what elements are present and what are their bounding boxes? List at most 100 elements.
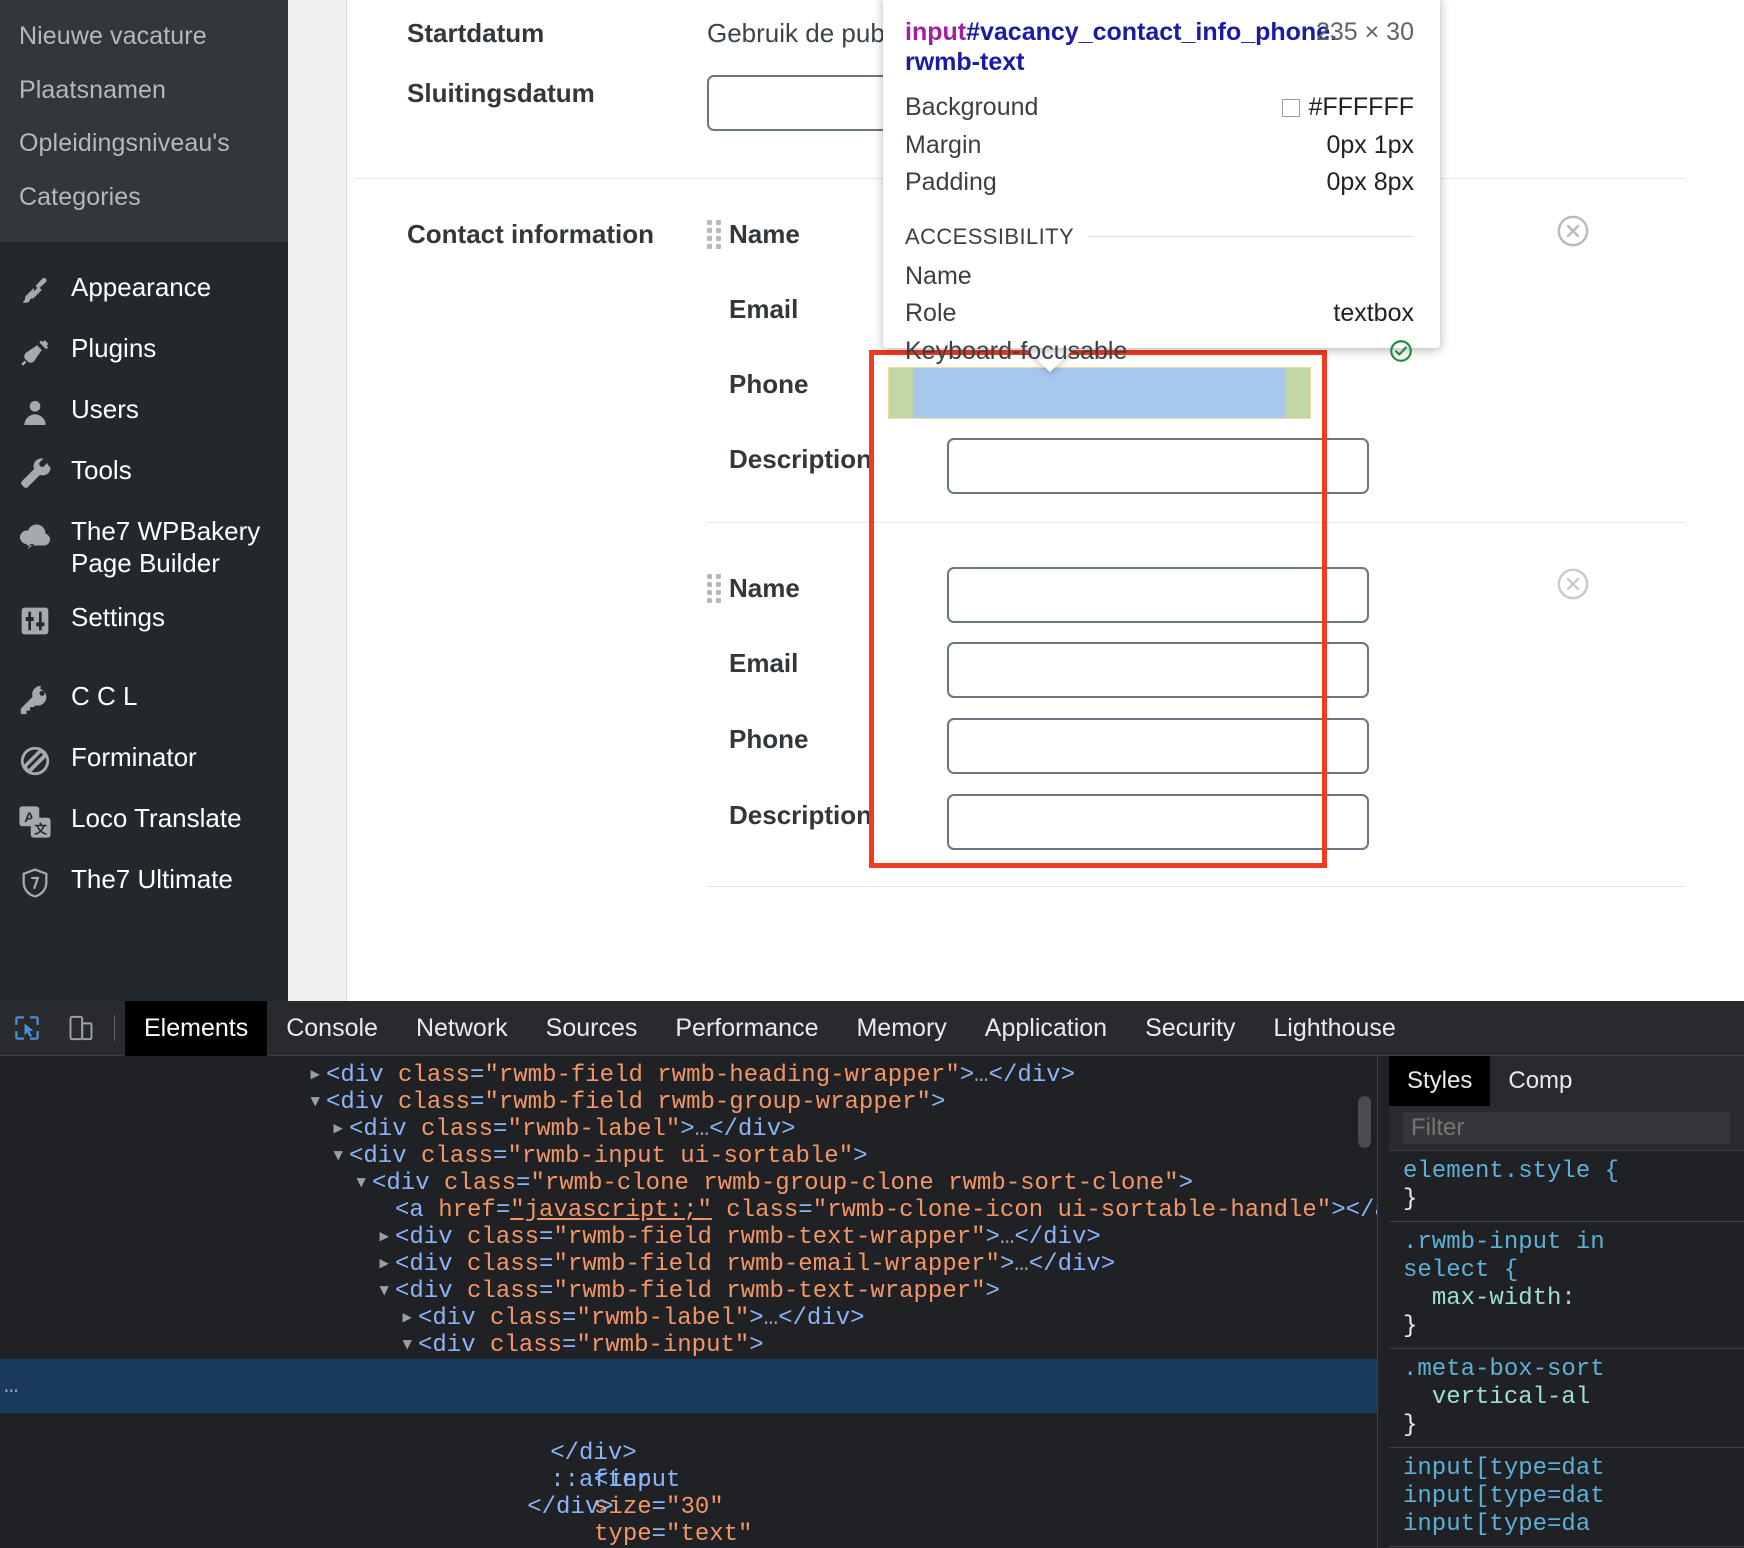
toolbar-divider [114, 1015, 115, 1041]
dom-tree-line[interactable]: ▸ <div class="rwmb-label">…</div> [0, 1305, 1377, 1332]
tab-performance[interactable]: Performance [656, 1001, 837, 1056]
field-label-sluitingsdatum: Sluitingsdatum [407, 78, 595, 108]
css-rule-meta-box-sort[interactable]: .meta-box-sort vertical-al } [1389, 1349, 1744, 1448]
dom-tree-line[interactable]: ▸ <div class="rwmb-label">…</div> [0, 1116, 1377, 1143]
css-rule-rwmb-input[interactable]: .rwmb-input in select { max-width: } [1389, 1222, 1744, 1349]
tab-computed[interactable]: Comp [1490, 1056, 1590, 1106]
remove-group-1-button[interactable] [1556, 214, 1590, 248]
expand-triangle-icon[interactable]: ▸ [400, 1305, 414, 1332]
dom-tree-pane[interactable]: ▸ <div class="rwmb-field rwmb-heading-wra… [0, 1056, 1377, 1548]
divider-rule [1088, 236, 1414, 237]
dom-tree-line[interactable]: ▾ <div class="rwmb-input ui-sortable"> [0, 1143, 1377, 1170]
sidebar-item-categories[interactable]: Categories [0, 171, 288, 225]
drag-handle-group-1[interactable] [707, 220, 721, 249]
plug-icon [16, 333, 54, 371]
tooltip-a11y-role: Role textbox [905, 295, 1414, 333]
tab-security[interactable]: Security [1126, 1001, 1254, 1056]
css-rule-element-style[interactable]: element.style { } [1389, 1151, 1744, 1222]
sidebar-item-label: C C L [71, 681, 138, 712]
tooltip-row-background: Background #FFFFFF [905, 89, 1414, 127]
collapsed-ellipsis: … [4, 1373, 19, 1400]
css-declaration[interactable]: vertical-al [1432, 1384, 1590, 1411]
sidebar-item-users[interactable]: Users [0, 382, 288, 443]
sidebar-item-tools[interactable]: Tools [0, 443, 288, 504]
sidebar-item-loco-translate[interactable]: A 文 Loco Translate [0, 791, 288, 852]
devtools-vertical-splitter[interactable] [1377, 1056, 1389, 1548]
collapse-triangle-icon[interactable]: ▾ [308, 1089, 322, 1116]
tab-styles[interactable]: Styles [1389, 1056, 1491, 1106]
group2-description-input[interactable] [947, 794, 1369, 850]
group2-phone-input[interactable] [947, 718, 1369, 774]
sidebar-item-the7-wpbakery-page-builder[interactable]: The7 WPBakery Page Builder [0, 504, 288, 590]
section-divider-bottom [707, 886, 1685, 887]
sliders-icon [16, 602, 54, 640]
tab-lighthouse[interactable]: Lighthouse [1254, 1001, 1414, 1056]
expand-triangle-icon[interactable]: ▸ [377, 1224, 391, 1251]
sidebar-item-opleidingsniveaus[interactable]: Opleidingsniveau's [0, 117, 288, 171]
collapse-triangle-icon[interactable]: ▾ [377, 1278, 391, 1305]
group2-email-input[interactable] [947, 642, 1369, 698]
sidebar-item-ccl[interactable]: C C L [0, 669, 288, 730]
sidebar-item-plaatsnamen[interactable]: Plaatsnamen [0, 64, 288, 118]
inspect-element-icon[interactable] [0, 1001, 54, 1056]
sidebar-item-label: The7 WPBakery Page Builder [71, 516, 261, 578]
dom-tree-line[interactable]: ▸ <div class="rwmb-field rwmb-email-wrapp… [0, 1251, 1377, 1278]
dom-tree-line[interactable]: <a href="javascript:;" class="rwmb-clone… [0, 1197, 1377, 1224]
group2-phone-label: Phone [729, 724, 809, 754]
collapse-triangle-icon[interactable]: ▾ [354, 1170, 368, 1197]
tab-application[interactable]: Application [966, 1001, 1126, 1056]
css-selector: input[type=dat [1403, 1455, 1605, 1482]
css-declaration[interactable]: max-width: [1432, 1285, 1576, 1312]
dom-tree-line[interactable]: ▾ <div class="rwmb-clone rwmb-group-clone… [0, 1170, 1377, 1197]
group1-description-input[interactable] [947, 438, 1369, 494]
drag-handle-group-2[interactable] [707, 574, 721, 603]
dom-close-div-1[interactable]: </div> [0, 1413, 1377, 1467]
tab-elements[interactable]: Elements [125, 1000, 268, 1056]
sidebar-item-plugins[interactable]: Plugins [0, 321, 288, 382]
svg-text:文: 文 [34, 822, 47, 837]
dom-tree-line[interactable]: ▾ <div class="rwmb-field rwmb-group-wrapp… [0, 1089, 1377, 1116]
dom-close-div-2[interactable]: </div> [0, 1467, 1377, 1521]
tooltip-key: Margin [905, 130, 982, 159]
expand-triangle-icon[interactable]: ▸ [331, 1116, 345, 1143]
dom-pseudo-after[interactable]: ::after [0, 1440, 1377, 1494]
tooltip-row-padding: Padding 0px 8px [905, 164, 1414, 202]
paintbrush-icon [16, 272, 54, 310]
tooltip-a11y-keyboard-focusable: Keyboard-focusable [905, 333, 1414, 371]
sidebar-item-the7-ultimate[interactable]: The7 Ultimate [0, 852, 288, 913]
device-toolbar-icon[interactable] [54, 1001, 108, 1056]
tab-sources[interactable]: Sources [527, 1001, 657, 1056]
expand-triangle-icon[interactable]: ▸ [377, 1251, 391, 1278]
tooltip-value [1388, 338, 1414, 364]
tab-network[interactable]: Network [397, 1001, 527, 1056]
collapse-triangle-icon[interactable]: ▾ [400, 1332, 414, 1359]
dom-tree-scrollbar[interactable] [1358, 1096, 1371, 1148]
tooltip-selector-id: #vacancy_contact_info_phone. [966, 18, 1338, 46]
tooltip-dimensions: 235 × 30 [1315, 18, 1414, 46]
group2-name-input[interactable] [947, 567, 1369, 623]
remove-group-2-button[interactable] [1556, 567, 1590, 601]
sidebar-item-appearance[interactable]: Appearance [0, 260, 288, 321]
css-rule-input-type-date[interactable]: input[type=dat input[type=dat input[type… [1389, 1448, 1744, 1547]
collapse-triangle-icon[interactable]: ▾ [331, 1143, 345, 1170]
expand-triangle-icon[interactable]: ▸ [308, 1062, 322, 1089]
css-selector-cont: input[type=dat [1403, 1483, 1605, 1510]
sidebar-separator-2 [0, 651, 288, 669]
group1-description-label: Description [729, 444, 873, 474]
dom-selected-node[interactable]: … <input size="30" type="text" id="vacan… [0, 1359, 1377, 1548]
sidebar-item-nieuwe-vacature[interactable]: Nieuwe vacature [0, 10, 288, 64]
css-close-brace: } [1403, 1412, 1418, 1439]
sidebar-item-forminator[interactable]: Forminator [0, 730, 288, 791]
dom-tree-line[interactable]: ▸ <div class="rwmb-field rwmb-text-wrappe… [0, 1224, 1377, 1251]
wrench-icon [16, 455, 54, 493]
dom-tree-line[interactable]: ▸ <div class="rwmb-field rwmb-heading-wra… [0, 1062, 1377, 1089]
sidebar-item-settings[interactable]: Settings [0, 590, 288, 651]
tab-console[interactable]: Console [267, 1001, 397, 1056]
devtools-panel: Elements Console Network Sources Perform… [0, 1000, 1744, 1548]
dom-tree-line[interactable]: ▾ <div class="rwmb-field rwmb-text-wrappe… [0, 1278, 1377, 1305]
dom-tree-line[interactable]: ▾ <div class="rwmb-input"> [0, 1332, 1377, 1359]
key-icon [16, 681, 54, 719]
sidebar-item-label: Appearance [71, 272, 212, 302]
tab-memory[interactable]: Memory [837, 1001, 965, 1056]
styles-filter-input[interactable] [1403, 1112, 1730, 1144]
